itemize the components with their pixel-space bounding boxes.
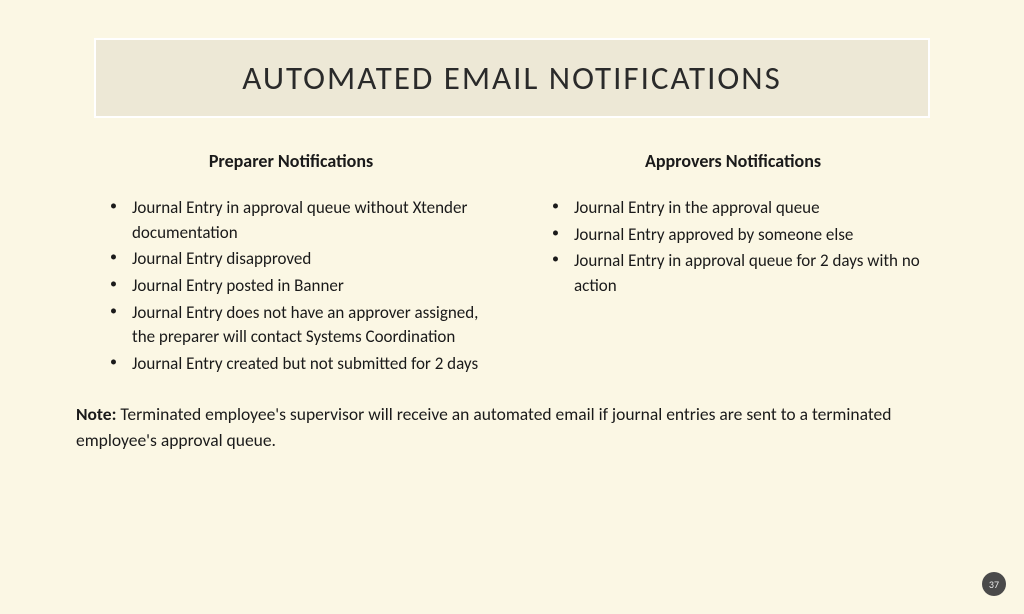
list-item: Journal Entry does not have an approver …: [110, 301, 492, 350]
approvers-list: Journal Entry in the approval queue Jour…: [532, 196, 934, 299]
preparer-column: Preparer Notifications Journal Entry in …: [90, 150, 492, 378]
note-section: Note: Terminated employee's supervisor w…: [0, 378, 1024, 453]
list-item: Journal Entry posted in Banner: [110, 274, 492, 299]
approvers-column: Approvers Notifications Journal Entry in…: [532, 150, 934, 378]
list-item: Journal Entry in the approval queue: [552, 196, 934, 221]
slide-title-box: AUTOMATED EMAIL NOTIFICATIONS: [94, 38, 930, 118]
preparer-list: Journal Entry in approval queue without …: [90, 196, 492, 376]
list-item: Journal Entry created but not submitted …: [110, 352, 492, 377]
list-item: Journal Entry in approval queue for 2 da…: [552, 249, 934, 298]
preparer-heading: Preparer Notifications: [90, 150, 492, 172]
list-item: Journal Entry disapproved: [110, 247, 492, 272]
slide-title: AUTOMATED EMAIL NOTIFICATIONS: [106, 58, 918, 98]
content-columns: Preparer Notifications Journal Entry in …: [0, 118, 1024, 378]
note-text: Terminated employee's supervisor will re…: [76, 403, 891, 450]
note-label: Note:: [76, 403, 116, 425]
list-item: Journal Entry in approval queue without …: [110, 196, 492, 245]
approvers-heading: Approvers Notifications: [532, 150, 934, 172]
list-item: Journal Entry approved by someone else: [552, 223, 934, 248]
page-number: 37: [989, 578, 999, 591]
